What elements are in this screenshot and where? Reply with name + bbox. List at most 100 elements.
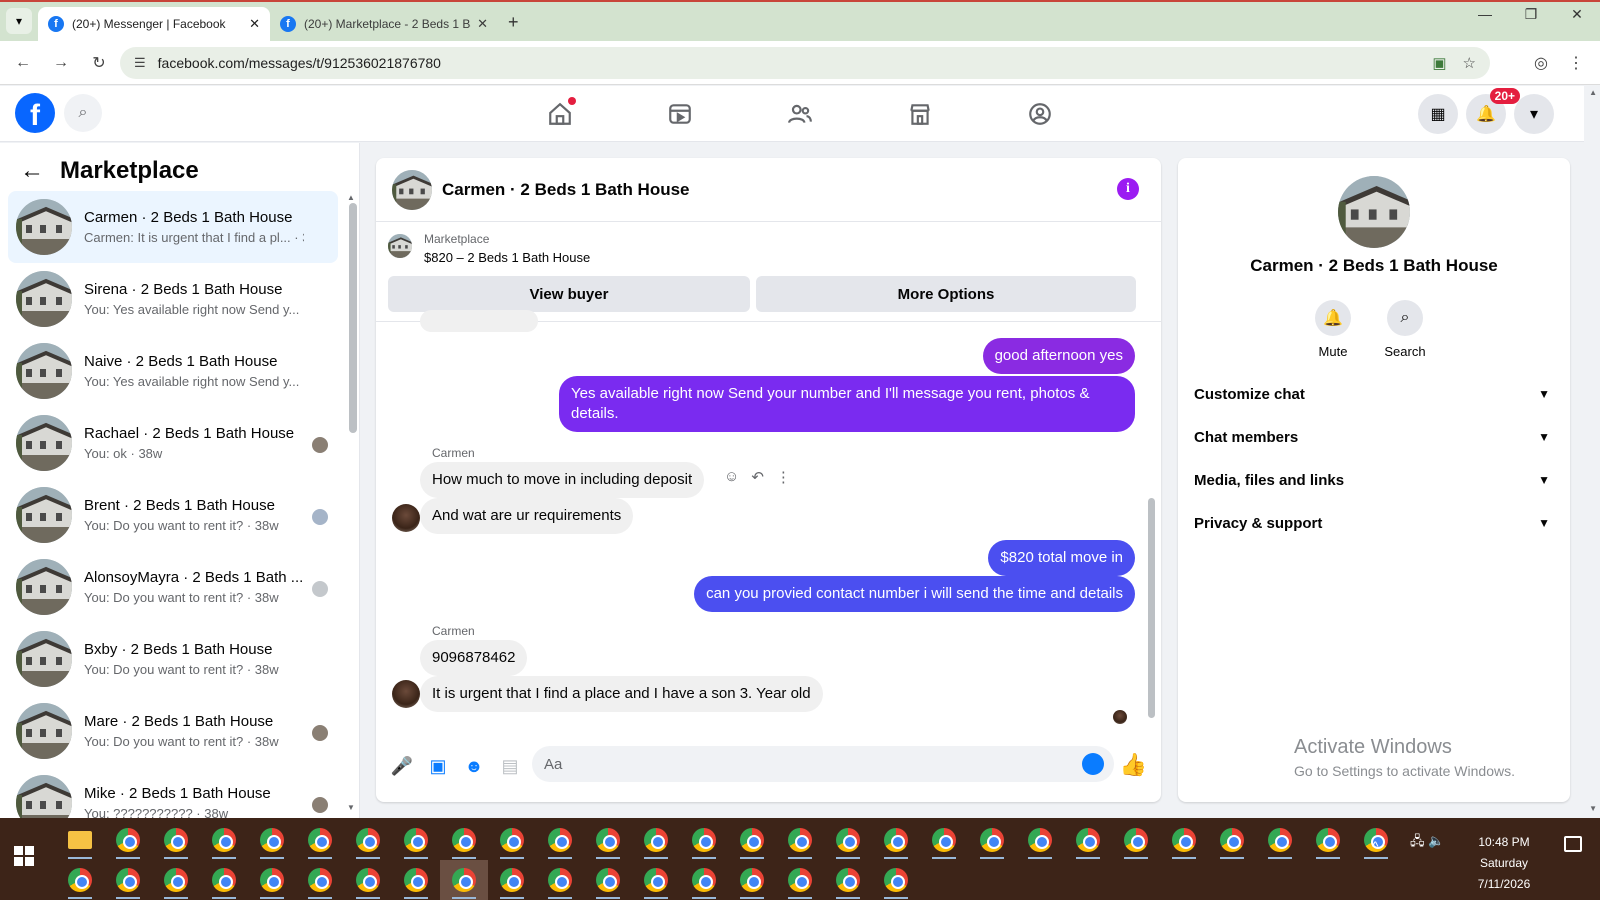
conversation-item[interactable]: Sirena · 2 Beds 1 Bath House You: Yes ava… [8, 263, 338, 335]
gif-icon[interactable]: ▤ [492, 756, 528, 777]
chat-scrollbar[interactable] [1148, 498, 1155, 718]
chrome-taskbar-icon[interactable] [104, 860, 152, 900]
omnibox[interactable]: ☰ facebook.com/messages/t/91253602187678… [120, 47, 1490, 79]
listing-thumbnail[interactable] [388, 234, 412, 258]
chrome-taskbar-icon[interactable] [1160, 820, 1208, 860]
video-icon[interactable] [620, 86, 740, 142]
emoji-icon[interactable] [1082, 753, 1104, 775]
page-scroll-down-icon[interactable]: ▼ [1589, 804, 1597, 813]
sidebar-scrollbar[interactable] [349, 203, 357, 433]
chrome-taskbar-icon[interactable] [344, 860, 392, 900]
browser-tab-messenger[interactable]: f (20+) Messenger | Facebook ✕ [38, 7, 270, 41]
privacy-support-section[interactable]: Privacy & support ▼ [1190, 501, 1558, 545]
file-explorer-icon[interactable] [56, 820, 104, 860]
profile-icon[interactable]: ◎ [1534, 53, 1548, 73]
message-bubble-outgoing[interactable]: good afternoon yes [982, 338, 1135, 374]
more-actions-icon[interactable]: ⋮ [776, 468, 791, 486]
window-close-icon[interactable]: ✕ [1554, 6, 1600, 23]
chrome-taskbar-icon[interactable] [584, 860, 632, 900]
chrome-taskbar-icon[interactable] [728, 820, 776, 860]
message-bubble-incoming[interactable]: It is urgent that I find a place and I h… [420, 676, 823, 712]
chrome-taskbar-icon[interactable] [1112, 820, 1160, 860]
message-bubble-outgoing[interactable]: can you provied contact number i will se… [694, 576, 1135, 612]
sender-avatar[interactable] [392, 504, 420, 532]
chrome-taskbar-icon[interactable] [248, 860, 296, 900]
show-hidden-icons-icon[interactable]: ^ [1372, 838, 1379, 854]
home-icon[interactable] [500, 86, 620, 142]
back-icon[interactable]: ← [8, 54, 38, 72]
chrome-taskbar-icon[interactable] [1256, 820, 1304, 860]
bookmark-star-icon[interactable]: ☆ [1463, 54, 1476, 72]
conversation-item[interactable]: Mare · 2 Beds 1 Bath House You: Do you wa… [8, 695, 338, 767]
forward-icon[interactable]: → [46, 54, 76, 72]
chrome-taskbar-icon[interactable] [680, 860, 728, 900]
thumbs-up-icon[interactable]: 👍 [1120, 752, 1147, 778]
message-bubble-outgoing[interactable]: $820 total move in [988, 540, 1135, 576]
sender-avatar[interactable] [392, 680, 420, 708]
notification-center-icon[interactable] [1564, 836, 1582, 852]
chrome-taskbar-icon[interactable] [296, 820, 344, 860]
url-text[interactable]: facebook.com/messages/t/912536021876780 [158, 55, 441, 71]
search-icon[interactable]: ⌕ [64, 94, 102, 132]
view-buyer-button[interactable]: View buyer [388, 276, 750, 312]
browser-tab-marketplace[interactable]: f (20+) Marketplace - 2 Beds 1 Ba ✕ [270, 7, 498, 41]
chrome-taskbar-icon[interactable] [584, 820, 632, 860]
chrome-taskbar-icon[interactable] [296, 860, 344, 900]
message-bubble-incoming[interactable]: 9096878462 [420, 640, 528, 676]
conversation-item[interactable]: Brent · 2 Beds 1 Bath House You: Do you w… [8, 479, 338, 551]
conversation-item[interactable]: Carmen · 2 Beds 1 Bath House Carmen: It i… [8, 191, 338, 263]
chrome-taskbar-icon[interactable] [776, 860, 824, 900]
reload-icon[interactable]: ↻ [84, 53, 114, 73]
chrome-taskbar-icon[interactable] [872, 820, 920, 860]
chrome-taskbar-icon[interactable] [632, 860, 680, 900]
restore-icon[interactable]: ❐ [1508, 6, 1554, 23]
chrome-taskbar-icon[interactable] [1016, 820, 1064, 860]
microphone-icon[interactable]: 🎤 [384, 756, 420, 777]
chrome-taskbar-icon[interactable] [872, 860, 920, 900]
browser-menu-icon[interactable]: ⋮ [1568, 53, 1584, 73]
sidebar-scroll-up-icon[interactable]: ▲ [347, 193, 355, 202]
message-bubble-incoming[interactable]: How much to move in including deposit [420, 462, 705, 498]
tab-close-icon[interactable]: ✕ [477, 16, 488, 32]
media-files-links-section[interactable]: Media, files and links ▼ [1190, 458, 1558, 502]
react-emoji-icon[interactable]: ☺ [724, 468, 739, 486]
marketplace-icon[interactable] [860, 86, 980, 142]
chrome-taskbar-icon[interactable] [248, 820, 296, 860]
sidebar-scroll-down-icon[interactable]: ▼ [347, 803, 355, 812]
conversation-item[interactable]: Naive · 2 Beds 1 Bath House You: Yes avai… [8, 335, 338, 407]
chrome-taskbar-icon[interactable] [1304, 820, 1352, 860]
chat-title[interactable]: Carmen · 2 Beds 1 Bath House [442, 180, 690, 200]
chrome-taskbar-icon[interactable] [968, 820, 1016, 860]
conversation-item[interactable]: AlonsoyMayra · 2 Beds 1 Bath ... You: Do … [8, 551, 338, 623]
chrome-taskbar-icon[interactable] [200, 820, 248, 860]
chrome-taskbar-icon[interactable] [536, 820, 584, 860]
sticker-icon[interactable]: ☻ [456, 756, 492, 777]
chrome-taskbar-icon[interactable] [392, 820, 440, 860]
clock[interactable]: 10:48 PM Saturday 7/11/2026 [1464, 832, 1544, 895]
new-tab-button[interactable]: + [508, 12, 519, 33]
install-app-icon[interactable]: ▣ [1432, 54, 1446, 72]
chrome-taskbar-icon[interactable] [440, 820, 488, 860]
tab-close-icon[interactable]: ✕ [249, 16, 260, 32]
back-arrow-icon[interactable]: ← [20, 157, 44, 185]
chrome-taskbar-icon[interactable] [632, 820, 680, 860]
chrome-taskbar-icon[interactable] [200, 860, 248, 900]
page-scroll-up-icon[interactable]: ▲ [1589, 88, 1597, 97]
info-icon[interactable]: i [1117, 178, 1139, 200]
chrome-taskbar-icon[interactable] [776, 820, 824, 860]
chrome-taskbar-icon[interactable] [152, 820, 200, 860]
windows-start-icon[interactable] [14, 846, 34, 866]
chrome-taskbar-icon[interactable] [824, 820, 872, 860]
conversation-item[interactable]: Bxby · 2 Beds 1 Bath House You: Do you wa… [8, 623, 338, 695]
minimize-icon[interactable]: — [1462, 6, 1508, 23]
message-bubble-outgoing[interactable]: Yes available right now Send your number… [559, 376, 1135, 432]
message-input[interactable]: Aa [532, 746, 1114, 782]
gaming-icon[interactable] [980, 86, 1100, 142]
more-options-button[interactable]: More Options [756, 276, 1136, 312]
menu-grid-icon[interactable]: ▦ [1418, 94, 1458, 134]
listing-price[interactable]: $820 – 2 Beds 1 Bath House [424, 250, 590, 265]
customize-chat-section[interactable]: Customize chat ▼ [1190, 372, 1558, 416]
site-info-icon[interactable]: ☰ [134, 55, 146, 71]
mute-button[interactable]: 🔔 Mute [1298, 300, 1368, 359]
info-avatar[interactable] [1338, 176, 1410, 248]
